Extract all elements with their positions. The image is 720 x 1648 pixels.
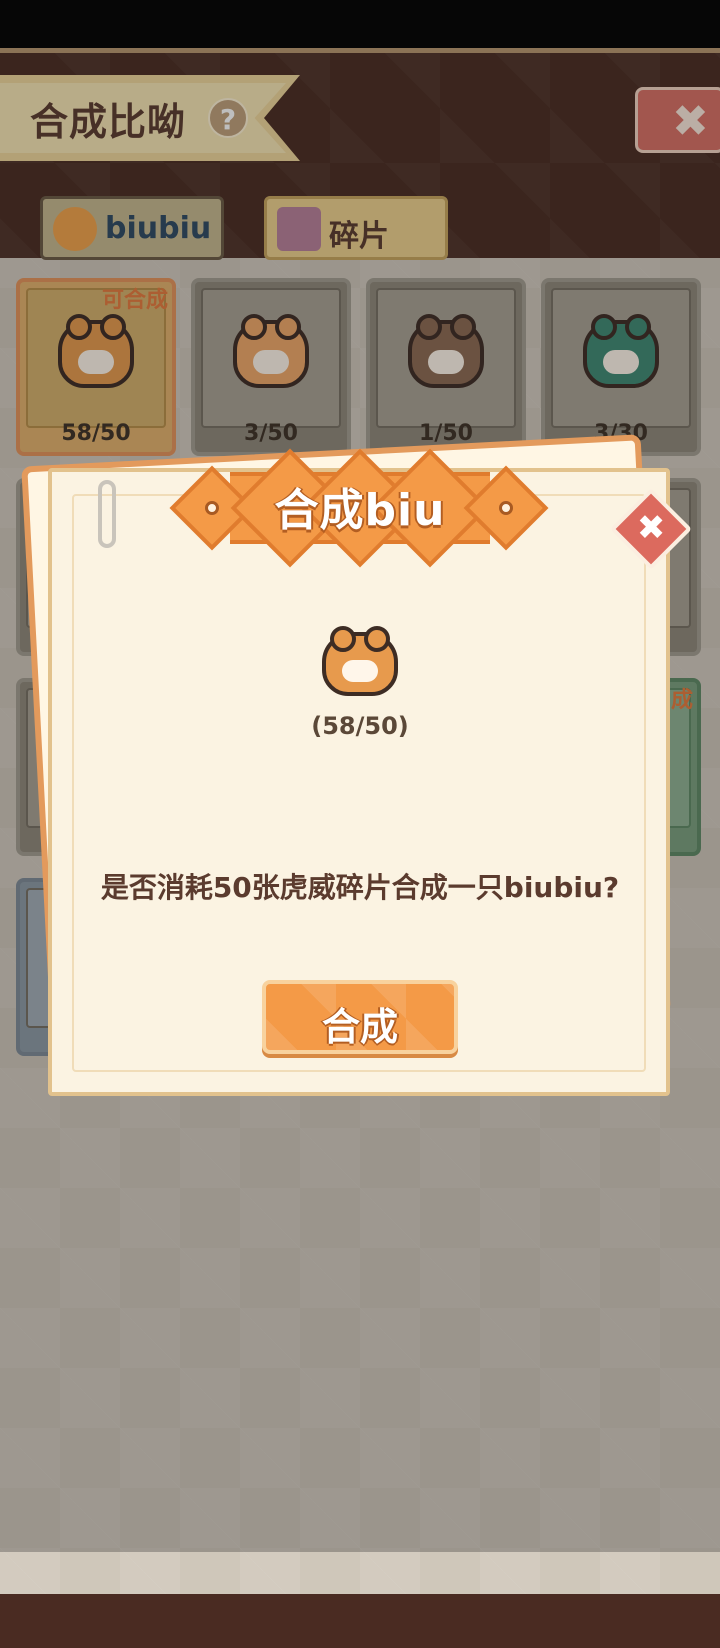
confirm-message: 是否消耗50张虎威碎片合成一只biubiu? <box>100 871 620 904</box>
dialog-title-banner: 合成biu <box>169 448 550 568</box>
combine-button[interactable]: 合成 <box>262 980 458 1054</box>
fragment-count: (58/50) <box>311 712 409 740</box>
combine-button-label: 合成 <box>321 1005 398 1049</box>
tiger-icon <box>322 626 398 696</box>
footer-bar <box>0 1594 720 1648</box>
dialog-title: 合成biu <box>274 485 446 536</box>
close-icon: ✖ <box>636 507 666 548</box>
paperclip-icon <box>98 480 116 548</box>
